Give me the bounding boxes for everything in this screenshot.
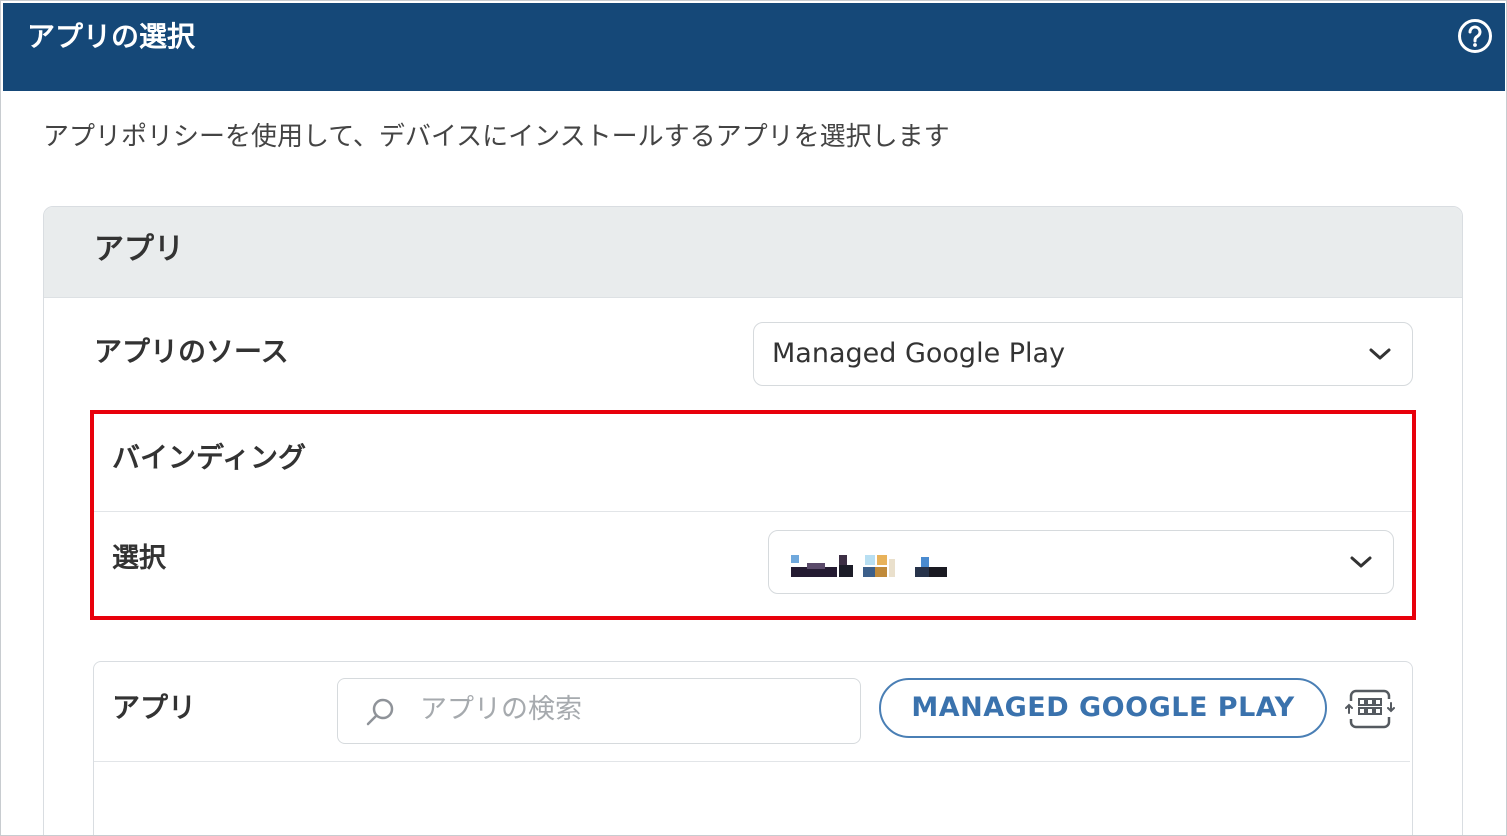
binding-select[interactable] [768, 530, 1394, 594]
app-source-select[interactable]: Managed Google Play [753, 322, 1413, 386]
app-selection-panel: アプリの選択 アプリポリシーを使用して、デバイスにインストールするアプリを選択し… [0, 0, 1507, 836]
page-description: アプリポリシーを使用して、デバイスにインストールするアプリを選択します [43, 122, 950, 152]
binding-section-title: バインディング [112, 441, 307, 474]
app-source-label: アプリのソース [94, 335, 289, 368]
app-search-placeholder: アプリの検索 [420, 694, 582, 725]
apps-card-title: アプリ [94, 232, 184, 267]
managed-google-play-button[interactable]: MANAGED GOOGLE PLAY [879, 678, 1327, 738]
apps-list-label: アプリ [112, 691, 197, 724]
page-title: アプリの選択 [27, 20, 196, 53]
chevron-down-icon [1369, 348, 1391, 360]
search-icon [366, 698, 394, 726]
app-source-value: Managed Google Play [772, 338, 1066, 369]
title-bar: アプリの選択 [3, 3, 1505, 91]
apps-list-divider [94, 761, 1410, 762]
apps-card-header: アプリ [44, 207, 1462, 298]
binding-divider [94, 511, 1412, 512]
app-grid-sync-icon[interactable] [1345, 687, 1395, 731]
app-search-box[interactable]: アプリの検索 [337, 678, 861, 744]
binding-select-label: 選択 [112, 543, 166, 574]
question-circle-icon[interactable] [1457, 18, 1493, 54]
chevron-down-icon [1350, 556, 1372, 568]
